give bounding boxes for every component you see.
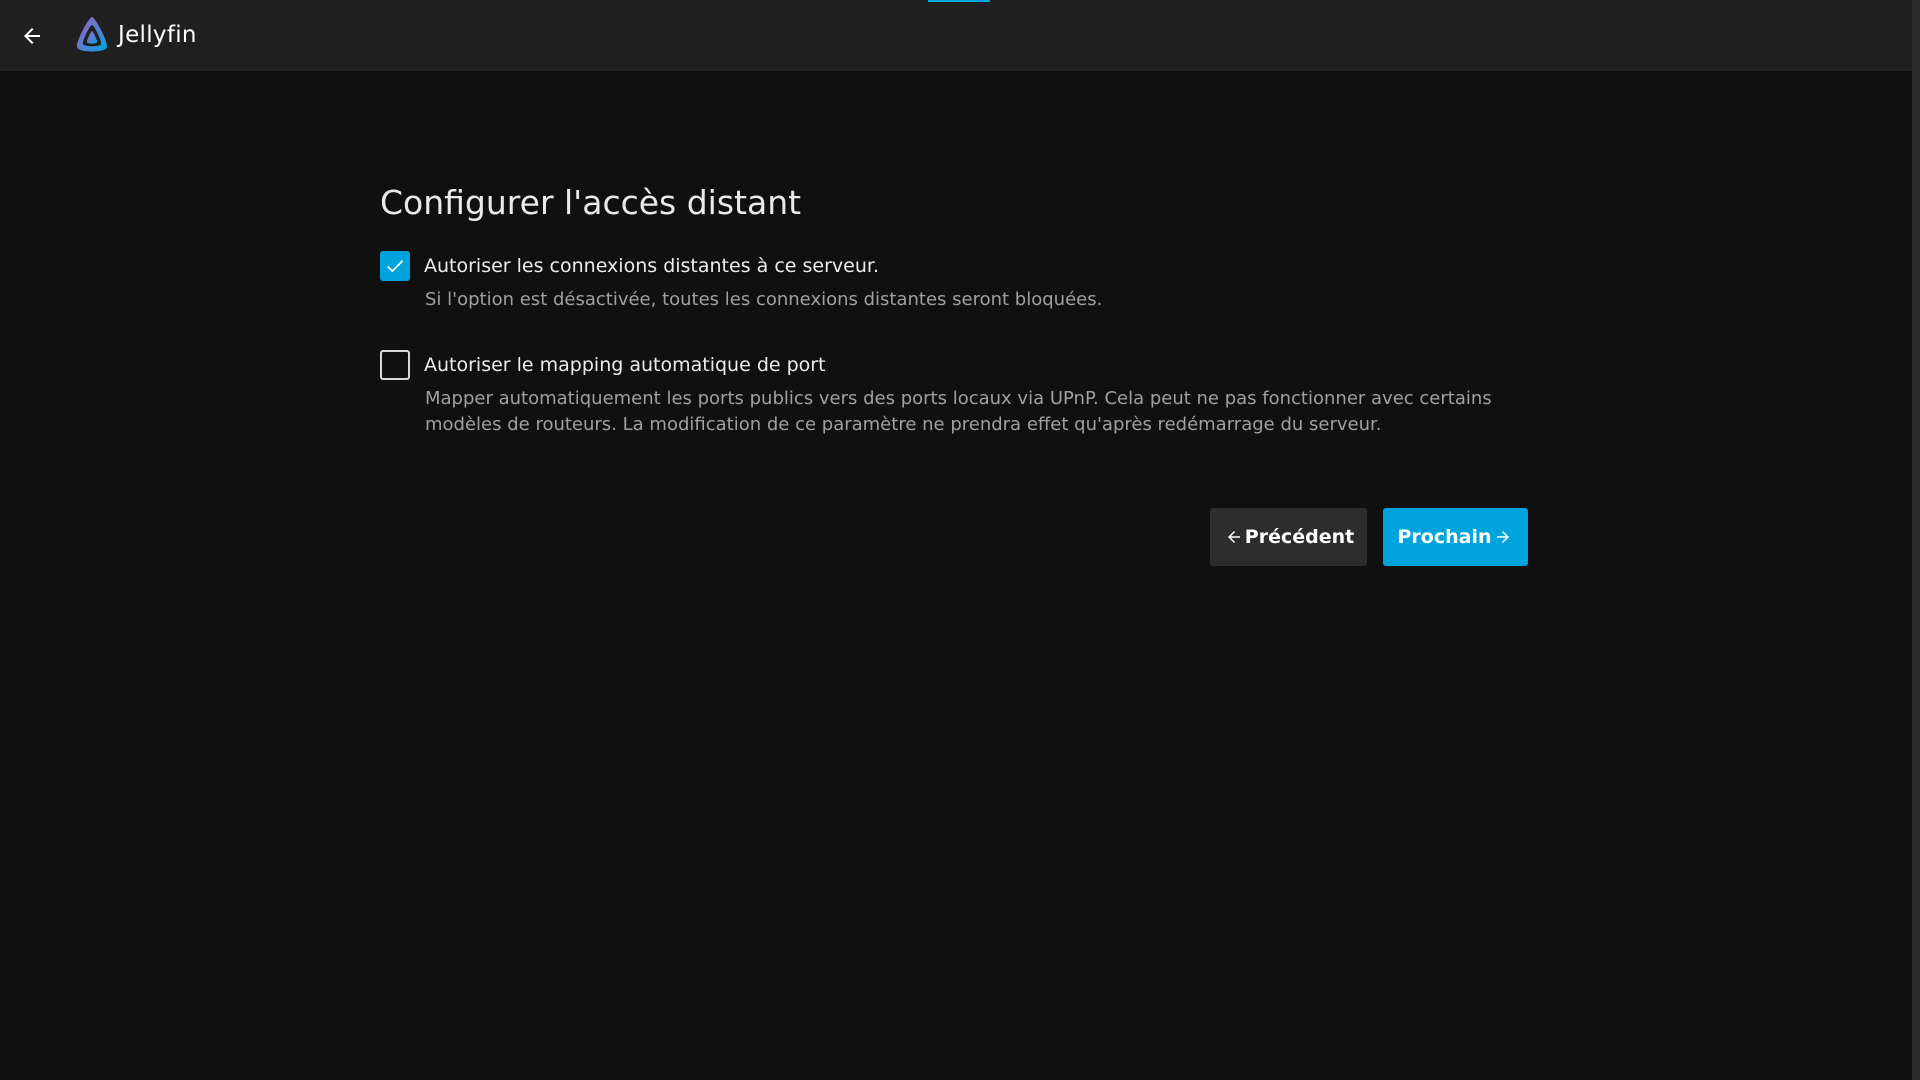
- port-mapping-description: Mapper automatiquement les ports publics…: [425, 388, 1492, 435]
- arrow-left-icon: [1225, 528, 1243, 546]
- check-icon: [387, 260, 404, 273]
- top-bar: Jellyfin: [0, 0, 1912, 71]
- tab-indicator: [928, 0, 990, 2]
- jellyfin-logo[interactable]: Jellyfin: [72, 14, 197, 56]
- wizard-content: Configurer l'accès distant Autoriser les…: [380, 176, 1530, 438]
- page-title: Configurer l'accès distant: [380, 183, 802, 222]
- port-mapping-label[interactable]: Autoriser le mapping automatique de port: [424, 354, 826, 376]
- arrow-left-icon: [24, 28, 40, 44]
- next-button[interactable]: Prochain: [1383, 508, 1528, 566]
- remote-access-checkbox[interactable]: [380, 251, 410, 281]
- back-button[interactable]: [14, 18, 50, 54]
- scrollbar[interactable]: [1912, 0, 1920, 1080]
- port-mapping-checkbox[interactable]: [380, 350, 410, 380]
- previous-button[interactable]: Précédent: [1210, 508, 1367, 566]
- wizard-buttons: Précédent Prochain: [1210, 508, 1528, 566]
- previous-label: Précédent: [1244, 526, 1355, 548]
- option-port-mapping: Autoriser le mapping automatique de port…: [380, 347, 1530, 438]
- app-name: Jellyfin: [118, 22, 197, 48]
- next-label: Prochain: [1397, 526, 1492, 548]
- option-remote-access: Autoriser les connexions distantes à ce …: [380, 248, 1530, 313]
- remote-access-label[interactable]: Autoriser les connexions distantes à ce …: [424, 255, 879, 277]
- arrow-right-icon: [1494, 528, 1512, 546]
- remote-access-description: Si l'option est désactivée, toutes les c…: [425, 289, 1103, 310]
- jellyfin-logo-icon: [76, 17, 108, 52]
